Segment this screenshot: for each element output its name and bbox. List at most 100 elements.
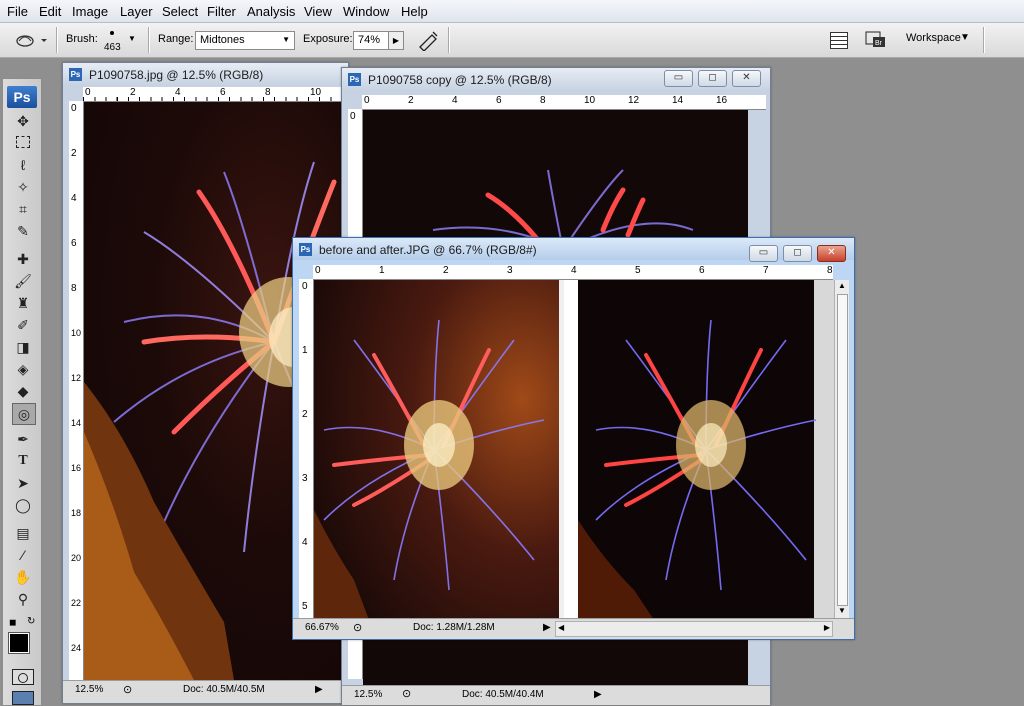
quick-mask-icon[interactable]	[12, 669, 34, 685]
ruler-label: 5	[635, 265, 641, 276]
ruler-label: 6	[699, 265, 705, 276]
palette-well-icon[interactable]	[830, 32, 848, 49]
ruler-label: 10	[71, 328, 82, 338]
window-3-horizontal-scrollbar[interactable]: ◀ ▶	[555, 621, 833, 637]
ruler-label: 10	[310, 87, 322, 98]
window-1-titlebar[interactable]: Ps P1090758.jpg @ 12.5% (RGB/8)	[63, 63, 348, 85]
status-menu-icon[interactable]: ⊙	[123, 683, 132, 696]
path-selection-icon[interactable]: ➤	[12, 473, 34, 493]
menu-layer[interactable]: Layer	[120, 4, 153, 19]
menu-analysis[interactable]: Analysis	[247, 4, 295, 19]
window-1-doc-size: Doc: 40.5M/40.5M	[183, 684, 265, 695]
ruler-label: 0	[71, 103, 77, 114]
exposure-value: 74%	[358, 34, 381, 46]
ruler-label: 0	[85, 87, 91, 98]
scroll-down-icon[interactable]: ▼	[838, 606, 846, 615]
photoshop-logo: Ps	[7, 86, 37, 108]
scroll-left-icon[interactable]: ◀	[558, 623, 564, 632]
brush-picker[interactable]: 463 ▼	[100, 26, 140, 54]
pen-tool-icon[interactable]: ✒	[12, 429, 34, 449]
menu-image[interactable]: Image	[72, 4, 108, 19]
window-3-ruler-vertical: 0 1 2 3 4 5	[299, 279, 314, 619]
brush-tool-icon[interactable]: 🖌	[12, 271, 34, 291]
document-window-3[interactable]: Ps before and after.JPG @ 66.7% (RGB/8#)…	[292, 237, 855, 640]
ruler-label: 14	[71, 418, 82, 428]
close-button[interactable]: ✕	[732, 70, 761, 87]
swap-colors-icon[interactable]: ↻	[27, 616, 35, 627]
marquee-tool-icon[interactable]	[12, 133, 34, 153]
hand-tool-icon[interactable]: ✋	[12, 567, 34, 587]
ruler-label: 24	[71, 643, 82, 653]
range-select[interactable]: Midtones ▼	[195, 31, 295, 50]
ruler-label: 3	[302, 473, 308, 484]
chevron-down-icon: ▼	[960, 32, 970, 43]
window-1-ruler-vertical: 0 2 4 6 8 10 12 14 16 18 20 22 24	[69, 101, 84, 681]
minimize-button[interactable]: ▭	[749, 245, 778, 262]
maximize-button[interactable]: ◻	[698, 70, 727, 87]
window-3-vertical-scrollbar[interactable]: ▲ ▼	[834, 280, 849, 620]
screen-mode-icon[interactable]	[12, 691, 34, 705]
zoom-tool-icon[interactable]: ⚲	[12, 589, 34, 609]
default-colors-icon[interactable]: ◼	[9, 617, 16, 628]
ruler-label: 8	[827, 265, 833, 276]
exposure-label: Exposure:	[303, 33, 353, 45]
window-1-zoom[interactable]: 12.5%	[75, 684, 103, 695]
window-2-titlebar[interactable]: Ps P1090758 copy @ 12.5% (RGB/8) ▭ ◻ ✕	[342, 68, 770, 90]
window-3-titlebar[interactable]: Ps before and after.JPG @ 66.7% (RGB/8#)…	[293, 238, 854, 262]
menu-help[interactable]: Help	[401, 4, 428, 19]
ruler-label: 14	[672, 95, 684, 106]
exposure-field[interactable]: 74%	[353, 31, 389, 50]
menu-edit[interactable]: Edit	[39, 4, 61, 19]
crop-tool-icon[interactable]: ⌗	[12, 199, 34, 219]
close-button[interactable]: ✕	[817, 245, 846, 262]
window-3-canvas[interactable]	[314, 280, 834, 620]
exposure-slider-button[interactable]: ▶	[388, 31, 404, 50]
scroll-up-icon[interactable]: ▲	[838, 281, 846, 290]
window-1-ruler-horizontal: 0 2 4 6 8 10	[83, 87, 348, 102]
window-3-zoom[interactable]: 66.67%	[305, 622, 339, 633]
burn-tool-icon[interactable]: ◎	[12, 403, 36, 425]
menu-select[interactable]: Select	[162, 4, 198, 19]
bridge-icon[interactable]: Br	[865, 29, 887, 49]
window-2-zoom[interactable]: 12.5%	[354, 689, 382, 700]
maximize-button[interactable]: ◻	[783, 245, 812, 262]
window-1-title: P1090758.jpg @ 12.5% (RGB/8)	[89, 68, 264, 82]
type-tool-icon[interactable]: T	[12, 451, 34, 471]
status-arrow-icon[interactable]: ▶	[543, 622, 551, 633]
ruler-label: 4	[571, 265, 577, 276]
healing-brush-icon[interactable]: ✚	[12, 249, 34, 269]
menu-view[interactable]: View	[304, 4, 332, 19]
scroll-thumb[interactable]	[837, 294, 848, 606]
history-brush-icon[interactable]: ✐	[12, 315, 34, 335]
eyedropper-icon[interactable]: ✎	[12, 221, 34, 241]
airbrush-icon[interactable]	[416, 29, 440, 52]
lasso-tool-icon[interactable]: ℓ	[12, 155, 34, 175]
status-arrow-icon[interactable]: ▶	[315, 684, 323, 695]
ruler-label: 2	[302, 409, 308, 420]
clone-stamp-icon[interactable]: ♜	[12, 293, 34, 313]
minimize-button[interactable]: ▭	[664, 70, 693, 87]
workspace-button[interactable]: Workspace ▼	[898, 30, 978, 48]
blur-tool-icon[interactable]: ◆	[12, 381, 34, 401]
status-menu-icon[interactable]: ⊙	[402, 687, 411, 700]
ellipse-tool-icon[interactable]: ◯	[12, 495, 34, 515]
ruler-label: 12	[628, 95, 640, 106]
burn-tool-preset-icon[interactable]	[14, 29, 48, 51]
notes-tool-icon[interactable]: ▤	[12, 523, 34, 543]
status-menu-icon[interactable]: ⊙	[353, 621, 362, 634]
menu-bar: File Edit Image Layer Select Filter Anal…	[0, 0, 1024, 23]
ruler-label: 4	[175, 87, 181, 98]
eyedropper-sample-icon[interactable]: ⁄	[12, 545, 34, 565]
foreground-color-swatch[interactable]	[8, 632, 30, 654]
paint-bucket-icon[interactable]: ◈	[12, 359, 34, 379]
status-arrow-icon[interactable]: ▶	[594, 689, 602, 700]
scroll-right-icon[interactable]: ▶	[824, 623, 830, 632]
menu-window[interactable]: Window	[343, 4, 389, 19]
window-2-doc-size: Doc: 40.5M/40.4M	[462, 689, 544, 700]
menu-filter[interactable]: Filter	[207, 4, 236, 19]
eraser-icon[interactable]: ◨	[12, 337, 34, 357]
menu-file[interactable]: File	[7, 4, 28, 19]
magic-wand-icon[interactable]: ✧	[12, 177, 34, 197]
move-tool-icon[interactable]: ✥	[12, 111, 34, 131]
chevron-down-icon: ▼	[282, 35, 290, 44]
